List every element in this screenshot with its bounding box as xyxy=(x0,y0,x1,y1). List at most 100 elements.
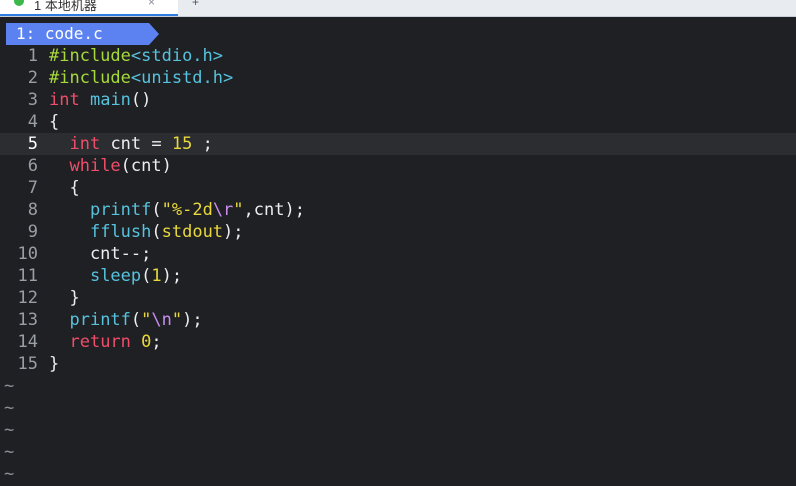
code-token: " xyxy=(141,310,152,330)
line-source: printf("%-2d\r",cnt); xyxy=(49,199,305,221)
line-source: while(cnt) xyxy=(49,155,172,177)
line-number: 6 xyxy=(27,156,38,176)
buffer-label: 1: code.c xyxy=(16,24,103,43)
terminal-pane[interactable]: 1: code.c 1 #include<stdio.h> 2 #include<un… xyxy=(0,17,796,486)
code-token: ( xyxy=(130,310,142,330)
code-line[interactable]: 10 cnt--; xyxy=(0,243,796,265)
code-token: ); xyxy=(182,310,203,330)
code-token: <unistd.h> xyxy=(130,68,234,88)
line-source: { xyxy=(49,111,59,133)
line-source: #include<unistd.h> xyxy=(49,67,233,89)
line-number: 2 xyxy=(27,68,38,88)
code-token: } xyxy=(49,288,80,308)
line-source: int main() xyxy=(49,89,151,111)
empty-line-marker: ~ xyxy=(4,398,15,418)
add-tab-icon[interactable]: + xyxy=(192,0,199,9)
code-token: \n xyxy=(151,310,172,330)
line-number: 11 xyxy=(17,266,38,286)
line-number: 10 xyxy=(17,244,38,264)
line-source: fflush(stdout); xyxy=(49,221,244,243)
code-line[interactable]: 6 while(cnt) xyxy=(0,155,796,177)
code-token: 15 xyxy=(171,134,193,154)
code-line[interactable]: 5 int cnt = 15 ; xyxy=(0,133,796,155)
buffer-tab[interactable]: 1: code.c xyxy=(6,23,159,45)
code-line[interactable]: 9 fflush(stdout); xyxy=(0,221,796,243)
code-token: int xyxy=(69,134,101,154)
code-token: <stdio.h> xyxy=(130,46,224,66)
code-token: main xyxy=(89,90,131,110)
line-number: 7 xyxy=(27,178,38,198)
line-number: 12 xyxy=(17,288,38,308)
code-line[interactable]: 11 sleep(1); xyxy=(0,265,796,287)
code-line[interactable]: 13 printf("\n"); xyxy=(0,309,796,331)
code-line[interactable]: 15} xyxy=(0,353,796,375)
line-source: } xyxy=(49,353,59,375)
code-token: cnt = xyxy=(100,134,172,154)
line-number: 5 xyxy=(27,134,38,154)
empty-line-marker: ~ xyxy=(4,442,15,462)
empty-line-marker: ~ xyxy=(4,420,15,440)
empty-line-marker: ~ xyxy=(4,464,15,484)
code-line[interactable]: 1 #include<stdio.h> xyxy=(0,45,796,67)
line-source: cnt--; xyxy=(49,243,151,265)
line-number: 15 xyxy=(17,354,38,374)
code-line[interactable]: 14 return 0; xyxy=(0,331,796,353)
code-token: 1 xyxy=(151,266,162,286)
code-token: ( xyxy=(151,222,162,242)
line-number: 3 xyxy=(27,90,38,110)
line-number: 9 xyxy=(27,222,38,242)
code-line[interactable]: 3 int main() xyxy=(0,89,796,111)
code-token: ( xyxy=(141,266,152,286)
code-token: 0 xyxy=(141,332,152,352)
line-source: #include<stdio.h> xyxy=(49,45,223,67)
code-token: ); xyxy=(223,222,244,242)
code-token: return xyxy=(69,332,131,352)
code-token: } xyxy=(49,354,60,374)
code-token: (cnt) xyxy=(120,156,172,176)
code-line[interactable]: 2 #include<unistd.h> xyxy=(0,67,796,89)
code-line[interactable]: 4{ xyxy=(0,111,796,133)
line-number: 8 xyxy=(27,200,38,220)
code-token: { xyxy=(49,112,60,132)
code-token: printf xyxy=(69,310,131,330)
code-line[interactable]: 12 } xyxy=(0,287,796,309)
code-token: sleep xyxy=(89,266,142,286)
code-token: ; xyxy=(151,332,162,352)
code-line[interactable]: 8 printf("%-2d\r",cnt); xyxy=(0,199,796,221)
empty-line-marker: ~ xyxy=(4,376,15,396)
line-number: 4 xyxy=(27,112,38,132)
code-token: #include xyxy=(49,68,131,88)
terminal-tab[interactable]: 1 本地机器 × xyxy=(0,0,178,16)
connected-status-icon xyxy=(14,0,24,6)
code-token: int xyxy=(49,90,80,110)
code-token: while xyxy=(69,156,121,176)
code-token: " xyxy=(233,200,244,220)
line-source: { xyxy=(49,177,80,199)
line-number: 13 xyxy=(17,310,38,330)
code-editor[interactable]: 1 #include<stdio.h> 2 #include<unistd.h> 3 in… xyxy=(0,45,796,485)
tab-label: 1 本地机器 xyxy=(34,0,97,13)
line-source: sleep(1); xyxy=(49,265,182,287)
terminal-tab-bar: 1 本地机器 × + xyxy=(0,0,796,17)
close-tab-icon[interactable]: × xyxy=(148,0,155,9)
code-token: stdout xyxy=(161,222,224,242)
code-token: "%-2d xyxy=(161,200,213,220)
code-token: { xyxy=(49,178,80,198)
code-token: cnt--; xyxy=(49,244,152,264)
code-token: fflush xyxy=(89,222,152,242)
code-line[interactable]: 7 { xyxy=(0,177,796,199)
line-source: return 0; xyxy=(49,331,162,353)
code-token: ,cnt); xyxy=(243,200,305,220)
code-token: () xyxy=(130,90,152,110)
line-number: 14 xyxy=(17,332,38,352)
line-source: int cnt = 15 ; xyxy=(49,133,212,155)
line-source: } xyxy=(49,287,80,309)
